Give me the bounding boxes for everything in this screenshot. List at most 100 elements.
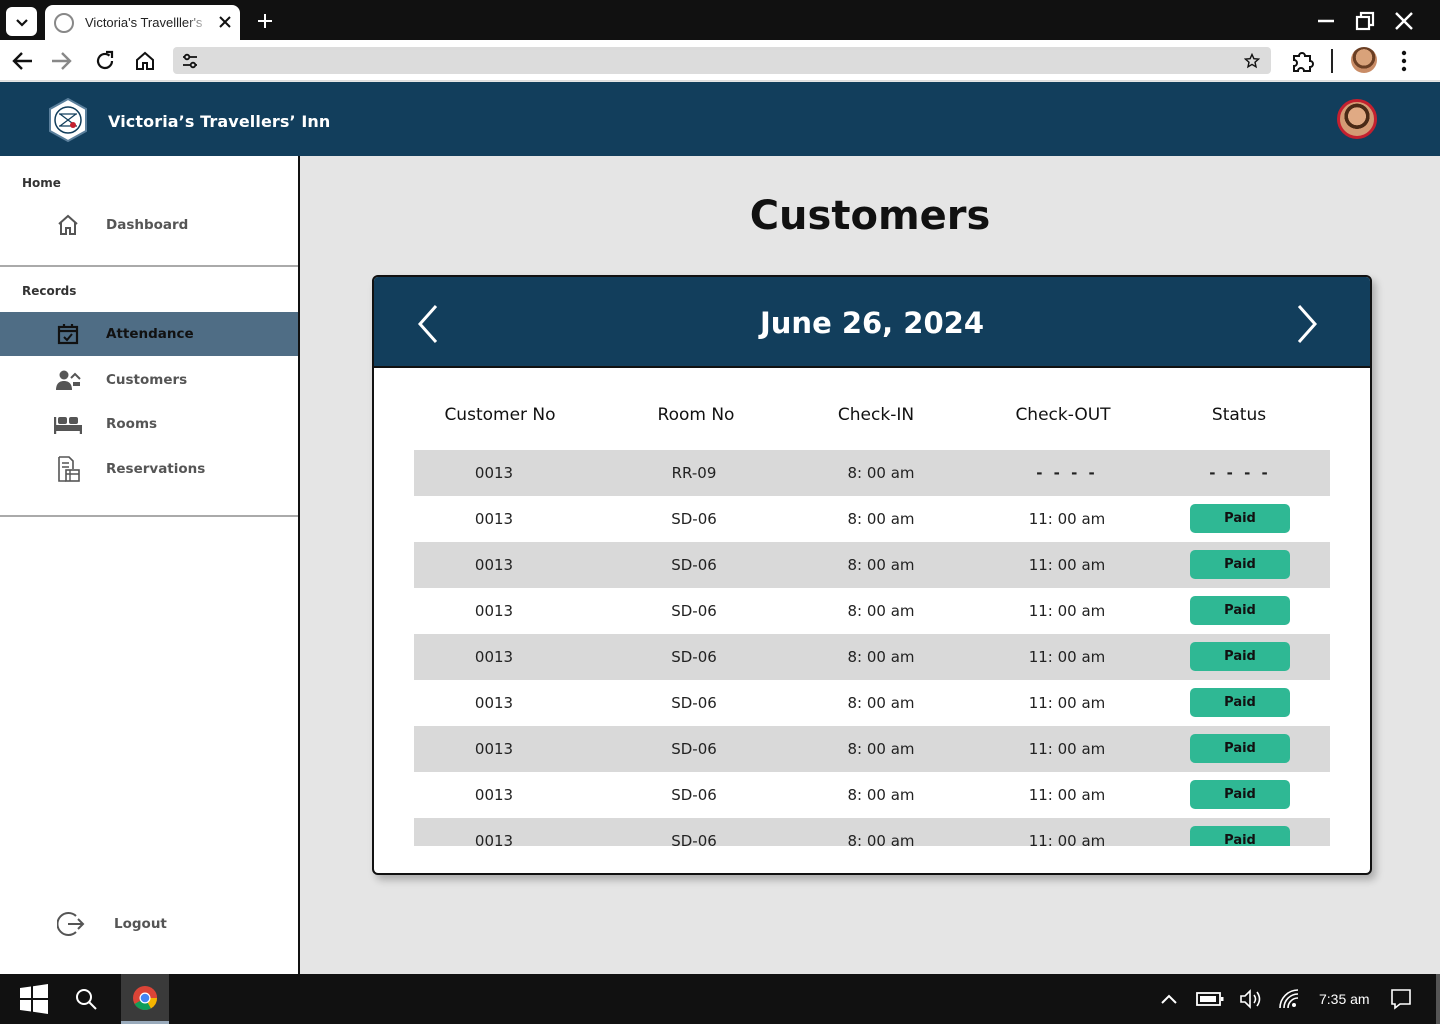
forward-button[interactable] <box>48 48 74 74</box>
cell-room-no: SD-06 <box>671 832 717 846</box>
logout-label: Logout <box>114 916 167 932</box>
logout-button[interactable]: Logout <box>0 902 298 946</box>
cell-check-in: 8: 00 am <box>847 510 915 528</box>
cell-customer-no: 0013 <box>474 602 514 620</box>
cell-room-no: SD-06 <box>671 694 717 712</box>
taskbar-chrome-button[interactable] <box>121 974 169 1024</box>
cell-check-out: 11: 00 am <box>1028 510 1106 528</box>
os-taskbar: 7:35 am <box>0 974 1440 1024</box>
tray-expand-button[interactable] <box>1157 974 1181 1024</box>
notification-icon <box>1391 989 1411 1010</box>
reload-icon <box>96 50 114 70</box>
reservation-icon <box>54 455 82 483</box>
cell-customer-no: 0013 <box>474 510 514 528</box>
sidebar-item-attendance[interactable]: Attendance <box>0 312 298 356</box>
page-title: Customers <box>749 193 991 239</box>
bookmark-star-icon[interactable] <box>1241 50 1263 72</box>
table-row[interactable]: 0013 SD-06 8: 00 am 11: 00 am Paid <box>414 588 1330 634</box>
status-badge: Paid <box>1190 688 1290 717</box>
attendance-table-body[interactable]: 0013 RR-09 8: 00 am - - - - - - - - 0013 SD-06… <box>414 450 1330 846</box>
table-row[interactable]: 0013 RR-09 8: 00 am - - - - - - - - <box>414 450 1330 496</box>
notifications-button[interactable] <box>1388 974 1414 1024</box>
user-avatar[interactable] <box>1337 99 1377 139</box>
attendance-card: June 26, 2024 Customer No Room No Check-… <box>372 275 1372 875</box>
sidebar-item-label: Attendance <box>106 326 194 342</box>
profile-avatar[interactable] <box>1351 47 1377 73</box>
cell-check-in: 8: 00 am <box>847 786 915 804</box>
address-bar[interactable] <box>173 47 1271 74</box>
chevron-right-icon <box>1297 305 1318 343</box>
next-date-button[interactable] <box>1287 302 1327 346</box>
browser-tab[interactable]: Victoria's Travelller's <box>45 5 240 40</box>
extensions-button[interactable] <box>1290 48 1316 74</box>
cell-check-in: 8: 00 am <box>847 694 915 712</box>
sidebar-item-label: Reservations <box>106 461 206 477</box>
cell-room-no: SD-06 <box>671 786 717 804</box>
sidebar-item-customers[interactable]: Customers <box>0 358 298 402</box>
bed-icon <box>54 410 82 438</box>
reload-button[interactable] <box>92 48 118 74</box>
status-badge: Paid <box>1190 734 1290 763</box>
cell-check-in: 8: 00 am <box>847 602 915 620</box>
new-tab-button[interactable] <box>252 8 278 34</box>
table-row[interactable]: 0013 SD-06 8: 00 am 11: 00 am Paid <box>414 496 1330 542</box>
restore-icon <box>1355 11 1375 31</box>
arrow-right-icon <box>52 52 72 70</box>
table-row[interactable]: 0013 SD-06 8: 00 am 11: 00 am Paid <box>414 726 1330 772</box>
cell-customer-no: 0013 <box>474 694 514 712</box>
user-group-icon <box>54 366 82 394</box>
close-icon <box>1395 12 1413 30</box>
column-header-customer-no: Customer No <box>444 405 556 425</box>
site-favicon-icon <box>54 12 74 33</box>
cell-room-no: SD-06 <box>671 556 717 574</box>
table-row[interactable]: 0013 SD-06 8: 00 am 11: 00 am Paid <box>414 680 1330 726</box>
home-icon <box>136 51 154 70</box>
volume-control[interactable] <box>1238 974 1264 1024</box>
home-button[interactable] <box>132 48 158 74</box>
cell-check-out: 11: 00 am <box>1028 740 1106 758</box>
cell-check-in: 8: 00 am <box>847 464 915 482</box>
toolbar-divider <box>1331 49 1333 73</box>
show-desktop-button[interactable] <box>1436 974 1440 1024</box>
start-button[interactable] <box>14 974 54 1024</box>
network-status[interactable] <box>1277 974 1303 1024</box>
cell-customer-no: 0013 <box>474 648 514 666</box>
taskbar-search-button[interactable] <box>66 974 106 1024</box>
sidebar-item-dashboard[interactable]: Dashboard <box>0 203 298 247</box>
cell-customer-no: 0013 <box>474 786 514 804</box>
close-window-button[interactable] <box>1391 8 1417 34</box>
restore-button[interactable] <box>1352 8 1378 34</box>
cell-check-out: 11: 00 am <box>1028 556 1106 574</box>
chrome-icon <box>133 985 157 1010</box>
table-row[interactable]: 0013 SD-06 8: 00 am 11: 00 am Paid <box>414 818 1330 846</box>
status-badge: Paid <box>1190 826 1290 846</box>
table-row[interactable]: 0013 SD-06 8: 00 am 11: 00 am Paid <box>414 772 1330 818</box>
table-row[interactable]: 0013 SD-06 8: 00 am 11: 00 am Paid <box>414 542 1330 588</box>
tab-search-button[interactable] <box>6 7 37 36</box>
plus-icon <box>258 14 272 28</box>
close-tab-icon[interactable] <box>216 13 234 31</box>
battery-status[interactable] <box>1195 974 1225 1024</box>
browser-toolbar <box>0 40 1440 81</box>
search-icon <box>76 989 97 1010</box>
sidebar-divider <box>0 265 298 267</box>
cell-check-in: 8: 00 am <box>847 556 915 574</box>
cell-customer-no: 0013 <box>474 832 514 846</box>
column-header-status: Status <box>1211 405 1267 425</box>
back-button[interactable] <box>10 48 36 74</box>
table-row[interactable]: 0013 SD-06 8: 00 am 11: 00 am Paid <box>414 634 1330 680</box>
cell-check-in: 8: 00 am <box>847 740 915 758</box>
battery-icon <box>1196 992 1224 1006</box>
browser-tab-strip: Victoria's Travelller's <box>0 0 1440 40</box>
minimize-button[interactable] <box>1313 8 1339 34</box>
chevron-down-icon <box>15 18 28 27</box>
cell-room-no: SD-06 <box>671 510 717 528</box>
sidebar-item-rooms[interactable]: Rooms <box>0 402 298 446</box>
site-settings-icon[interactable] <box>179 50 201 72</box>
sidebar-item-reservations[interactable]: Reservations <box>0 447 298 491</box>
system-clock[interactable]: 7:35 am <box>1319 991 1370 1007</box>
date-navigator: June 26, 2024 <box>374 277 1370 368</box>
browser-menu-button[interactable] <box>1391 48 1417 74</box>
puzzle-icon <box>1293 52 1314 72</box>
cell-room-no: SD-06 <box>671 648 717 666</box>
